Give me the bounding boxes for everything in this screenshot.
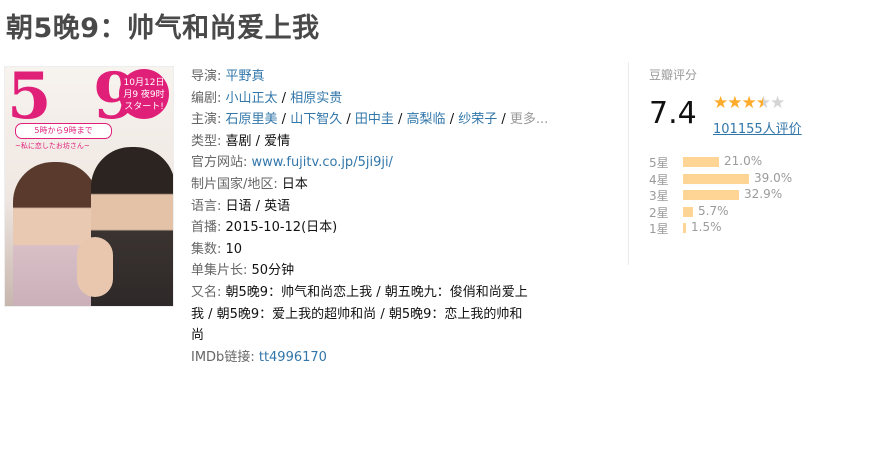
aka-label: 又名: xyxy=(191,284,222,300)
imdb-link[interactable]: tt4996170 xyxy=(259,350,327,365)
rating-bar-fill xyxy=(683,173,749,184)
rating-bar-percent: 1.5% xyxy=(691,220,722,234)
premiere-label: 首播: xyxy=(191,220,222,236)
page-title: 朝5晚9：帅气和尚爱上我 xyxy=(6,13,320,44)
rating-panel: 豆瓣评分 7.4 ★★★★★ 101155人评价 5星 21.0% 4星 39.0% 3… xyxy=(649,66,849,236)
premiere-value: 2015-10-12(日本) xyxy=(225,220,338,236)
aka-row-cont: 我 / 朝5晚9：爱上我的超帅和尚 / 朝5晚9：恋上我的帅和 xyxy=(191,304,611,326)
rating-stars: ★★★★★ xyxy=(713,93,785,113)
poster-image[interactable]: 5 9 10月12日 月9 夜9时 スタート! 5時から9時まで ~私に恋したお… xyxy=(4,66,174,307)
cast-link[interactable]: 纱荣子 xyxy=(458,112,497,127)
rating-score: 7.4 xyxy=(649,96,697,131)
language-label: 语言: xyxy=(191,198,222,214)
poster-subtitle: ~私に恋したお坊さん~ xyxy=(15,142,90,150)
genre-row: 类型: 喜剧 / 爱情 xyxy=(191,131,611,153)
cast-link[interactable]: 田中圭 xyxy=(355,112,394,127)
genre-label: 类型: xyxy=(191,133,222,149)
poster-badge-line1: 10月12日 xyxy=(123,78,165,88)
rating-bar-fill xyxy=(683,157,719,167)
rating-label: 豆瓣评分 xyxy=(649,68,698,82)
cast-link[interactable]: 山下智久 xyxy=(290,112,342,127)
star-full-icon: ★ xyxy=(727,93,742,113)
imdb-label: IMDb链接: xyxy=(191,349,255,365)
rating-bar-percent: 21.0% xyxy=(724,154,763,168)
website-row: 官方网站: www.fujitv.co.jp/5ji9ji/ xyxy=(191,152,611,174)
runtime-row: 单集片长: 50分钟 xyxy=(191,260,611,282)
section-divider xyxy=(628,62,629,265)
cast-more-link[interactable]: 更多... xyxy=(510,112,548,127)
premiere-row: 首播: 2015-10-12(日本) xyxy=(191,217,611,239)
runtime-value: 50分钟 xyxy=(251,263,295,279)
rating-bar-level: 2星 xyxy=(649,205,669,220)
country-label: 制片国家/地区: xyxy=(191,176,278,192)
poster-badge-line3: スタート! xyxy=(124,102,164,112)
country-value: 日本 xyxy=(281,176,308,192)
cast-row: 主演: 石原里美 / 山下智久 / 田中圭 / 高梨临 / 纱荣子 / 更多..… xyxy=(191,112,549,128)
writer-link[interactable]: 小山正太 xyxy=(226,91,278,106)
writer-label: 编剧 xyxy=(191,90,218,106)
star-empty-icon: ★ xyxy=(770,93,785,113)
country-row: 制片国家/地区: 日本 xyxy=(191,174,611,196)
aka-value-line2: 我 / 朝5晚9：爱上我的超帅和尚 / 朝5晚9：恋上我的帅和 xyxy=(191,306,523,322)
rating-count-link[interactable]: 101155人评价 xyxy=(713,118,802,137)
cast-link[interactable]: 石原里美 xyxy=(226,112,278,127)
language-row: 语言: 日语 / 英语 xyxy=(191,196,611,218)
poster-title-band: 5時から9時まで xyxy=(15,123,112,139)
aka-value-line1: 朝5晚9：帅气和尚恋上我 / 朝五晚九：俊俏和尚爱上 xyxy=(225,284,528,300)
writer-link[interactable]: 相原实贵 xyxy=(290,91,342,106)
star-full-icon: ★ xyxy=(741,93,757,113)
director-row: 导演: 平野真 xyxy=(191,69,265,84)
rating-bar-level: 3星 xyxy=(649,189,669,203)
poster-badge-line2: 月9 夜9时 xyxy=(123,90,165,100)
website-label: 官方网站: xyxy=(191,155,248,171)
language-value: 日语 / 英语 xyxy=(225,198,291,214)
poster-date-badge: 10月12日 月9 夜9时 スタート! xyxy=(119,69,169,119)
imdb-row: IMDb链接: tt4996170 xyxy=(191,347,611,369)
aka-row: 又名: 朝5晚9：帅气和尚恋上我 / 朝五晚九：俊俏和尚爱上 xyxy=(191,282,611,304)
rating-bar-fill xyxy=(683,223,686,233)
episodes-row: 集数: 10 xyxy=(191,239,611,261)
star-full-icon: ★ xyxy=(713,93,728,113)
episodes-value: 10 xyxy=(225,241,243,257)
rating-bar-percent: 32.9% xyxy=(744,187,783,201)
rating-bar-fill xyxy=(683,190,739,200)
rating-bar-level: 5星 xyxy=(649,156,669,170)
star-half-icon: ★ xyxy=(755,93,771,113)
website-link[interactable]: www.fujitv.co.jp/5ji9ji/ xyxy=(252,155,393,170)
aka-row-cont: 尚 xyxy=(191,325,611,347)
director-link[interactable]: 平野真 xyxy=(226,69,265,84)
rating-bar-percent: 39.0% xyxy=(754,170,793,185)
rating-bar-fill xyxy=(683,206,693,217)
poster-hands xyxy=(77,237,113,297)
rating-bar-level: 4星 xyxy=(649,172,669,187)
rating-bar-percent: 5.7% xyxy=(698,203,729,218)
episodes-label: 集数: xyxy=(191,241,222,257)
cast-link[interactable]: 高梨临 xyxy=(407,112,446,127)
writer-row: 编剧: 小山正太 / 相原实贵 xyxy=(191,90,343,106)
info-panel: 导演: 平野真 编剧: 小山正太 / 相原实贵 主演: 石原里美 / 山下智久 … xyxy=(191,66,611,368)
director-label: 导演 xyxy=(191,69,218,84)
genre-value: 喜剧 / 爱情 xyxy=(225,133,291,149)
rating-bar-level: 1星 xyxy=(649,222,669,236)
cast-label: 主演 xyxy=(191,112,218,128)
aka-value-line3: 尚 xyxy=(191,328,205,344)
runtime-label: 单集片长: xyxy=(191,263,248,279)
